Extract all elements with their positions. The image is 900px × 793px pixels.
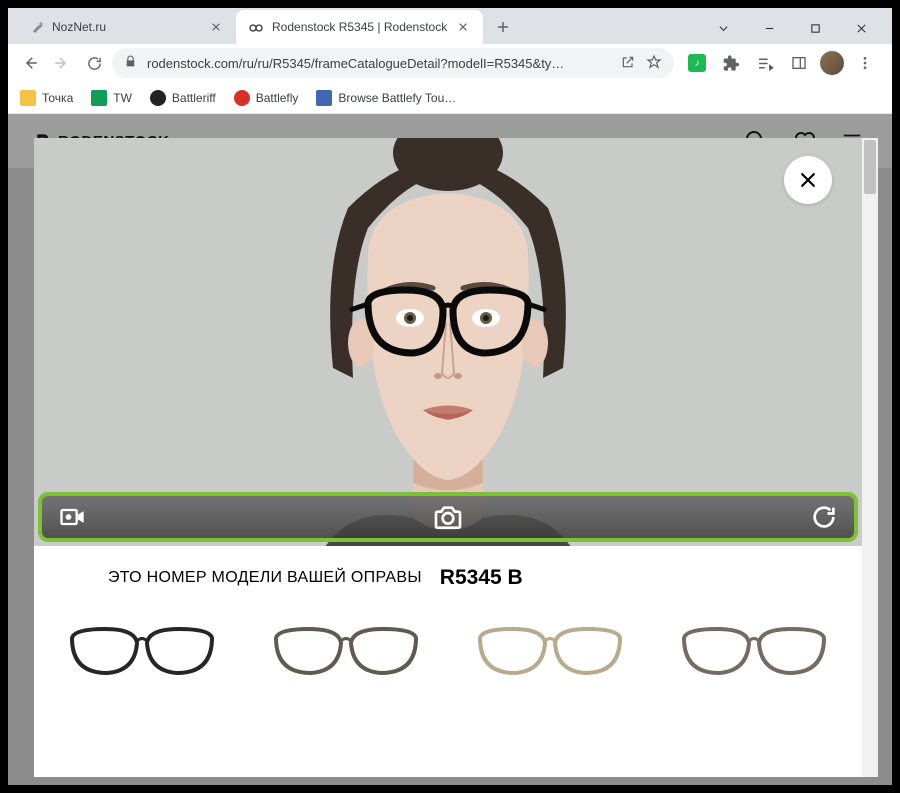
frame-thumbnail[interactable] — [654, 608, 854, 688]
frame-thumbnail[interactable] — [42, 608, 242, 688]
close-icon[interactable] — [208, 19, 224, 35]
refresh-icon[interactable] — [808, 501, 840, 533]
star-icon[interactable] — [646, 54, 662, 73]
forward-button[interactable] — [48, 49, 76, 77]
panel-icon[interactable] — [786, 50, 812, 76]
url-text: rodenstock.com/ru/ru/R5345/frameCatalogu… — [147, 56, 610, 71]
face-illustration — [228, 138, 668, 546]
browser-toolbar: rodenstock.com/ru/ru/R5345/frameCatalogu… — [8, 44, 892, 82]
address-bar[interactable]: rodenstock.com/ru/ru/R5345/frameCatalogu… — [112, 48, 674, 78]
back-button[interactable] — [16, 49, 44, 77]
tab-rodenstock[interactable]: Rodenstock R5345 | Rodenstock — [236, 10, 483, 44]
share-icon[interactable] — [620, 54, 636, 73]
bookmark-item[interactable]: Browse Battlefy Tou… — [316, 90, 456, 106]
video-icon[interactable] — [56, 501, 88, 533]
bookmark-item[interactable]: TW — [91, 90, 132, 106]
bookmarks-bar: Точка TW Battleriff Battlefly Browse Bat… — [8, 82, 892, 114]
menu-icon[interactable] — [852, 50, 878, 76]
lock-icon — [124, 55, 137, 71]
frame-thumbnail[interactable] — [450, 608, 650, 688]
window-close-button[interactable] — [838, 12, 884, 44]
glasses-icon — [248, 19, 264, 35]
model-code: R5345 B — [440, 566, 523, 590]
tryon-photo — [34, 138, 862, 546]
music-extension-icon[interactable]: ♪ — [684, 50, 710, 76]
bookmark-item[interactable]: Точка — [20, 90, 73, 106]
profile-avatar[interactable] — [820, 51, 844, 75]
extensions-icon[interactable] — [718, 50, 744, 76]
close-icon[interactable] — [455, 19, 471, 35]
bookmark-item[interactable]: Battlefly — [234, 90, 299, 106]
reload-button[interactable] — [80, 49, 108, 77]
close-button[interactable] — [784, 156, 832, 204]
minimize-button[interactable] — [746, 12, 792, 44]
playlist-icon[interactable] — [752, 50, 778, 76]
tryon-modal: ЭТО НОМЕР МОДЕЛИ ВАШЕЙ ОПРАВЫ R5345 B — [34, 138, 878, 777]
model-info: ЭТО НОМЕР МОДЕЛИ ВАШЕЙ ОПРАВЫ R5345 B — [34, 546, 862, 608]
camera-icon[interactable] — [432, 501, 464, 533]
caret-down-icon[interactable] — [700, 12, 746, 44]
tryon-control-bar — [38, 492, 858, 542]
model-label: ЭТО НОМЕР МОДЕЛИ ВАШЕЙ ОПРАВЫ — [108, 569, 422, 587]
new-tab-button[interactable] — [489, 13, 517, 41]
page-content: RODENSTOCK — [8, 114, 892, 785]
tab-title: Rodenstock R5345 | Rodenstock — [272, 20, 447, 34]
wrench-icon — [28, 19, 44, 35]
frame-thumbnails — [34, 608, 862, 688]
bookmark-item[interactable]: Battleriff — [150, 90, 216, 106]
tab-noznet[interactable]: NozNet.ru — [16, 10, 236, 44]
scrollbar[interactable] — [862, 138, 878, 777]
tab-strip: NozNet.ru Rodenstock R5345 | Rodenstock — [8, 8, 892, 44]
tab-title: NozNet.ru — [52, 20, 200, 34]
frame-thumbnail[interactable] — [246, 608, 446, 688]
maximize-button[interactable] — [792, 12, 838, 44]
